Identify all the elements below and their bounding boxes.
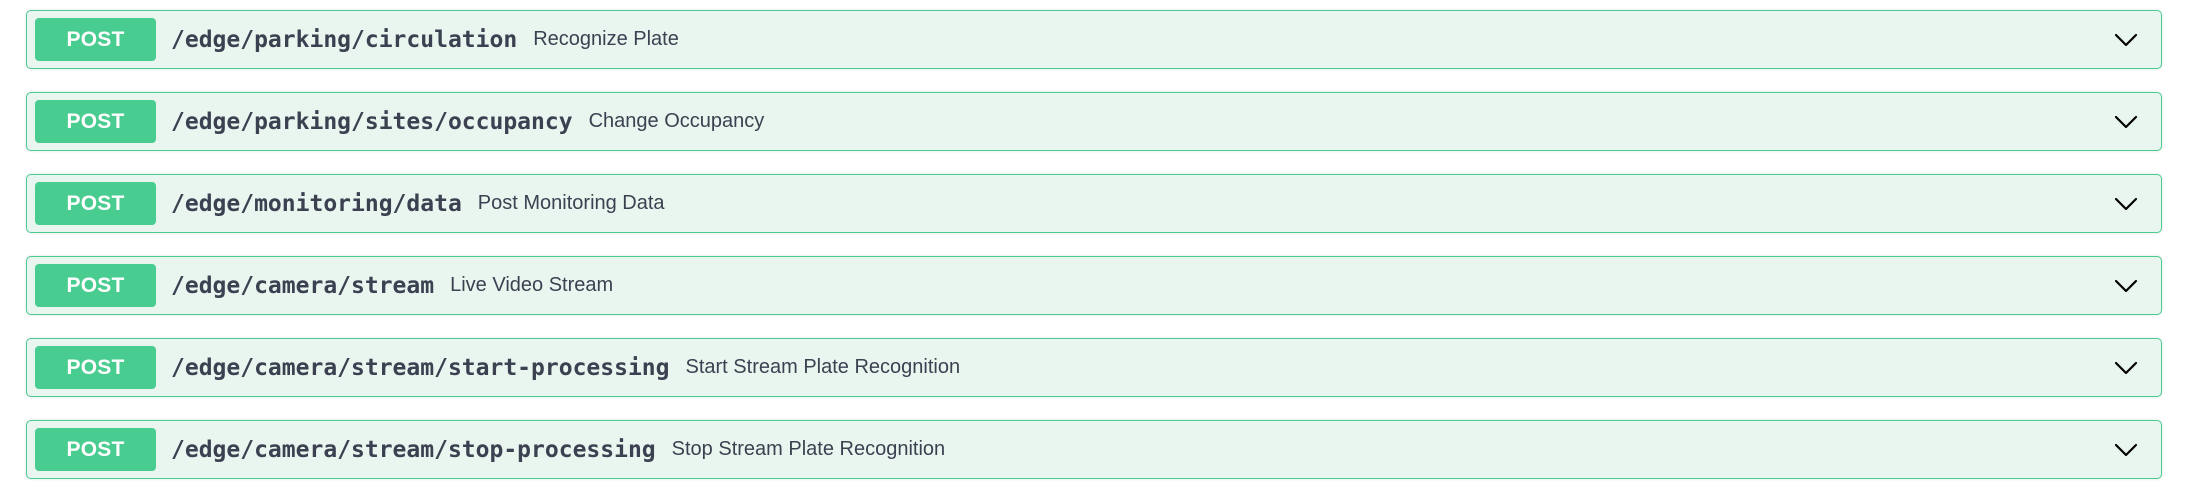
opblock-post-monitoring-data[interactable]: POST /edge/monitoring/data Post Monitori… xyxy=(26,174,2162,233)
endpoint-path: /edge/parking/sites/occupancy xyxy=(171,108,573,135)
endpoint-summary: Recognize Plate xyxy=(533,28,679,50)
method-badge: POST xyxy=(35,428,156,471)
endpoint-path: /edge/camera/stream/start-processing xyxy=(171,354,670,381)
endpoint-summary: Post Monitoring Data xyxy=(477,192,665,214)
operations-list: POST /edge/parking/circulation Recognize… xyxy=(26,10,2162,479)
method-badge: POST xyxy=(35,182,156,225)
opblock-post-parking-sites-occupancy[interactable]: POST /edge/parking/sites/occupancy Chang… xyxy=(26,92,2162,151)
endpoint-path: /edge/monitoring/data xyxy=(171,190,462,217)
chevron-down-icon[interactable] xyxy=(2111,112,2141,132)
method-badge: POST xyxy=(35,264,156,307)
endpoint-summary: Change Occupancy xyxy=(588,110,765,132)
endpoint-summary: Live Video Stream xyxy=(450,274,614,296)
opblock-post-camera-stream[interactable]: POST /edge/camera/stream Live Video Stre… xyxy=(26,256,2162,315)
endpoint-path: /edge/camera/stream/stop-processing xyxy=(171,436,656,463)
endpoint-path: /edge/parking/circulation xyxy=(171,26,518,53)
opblock-post-parking-circulation[interactable]: POST /edge/parking/circulation Recognize… xyxy=(26,10,2162,69)
chevron-down-icon[interactable] xyxy=(2111,194,2141,214)
method-badge: POST xyxy=(35,100,156,143)
endpoint-summary: Stop Stream Plate Recognition xyxy=(671,438,946,460)
opblock-post-camera-stream-start-processing[interactable]: POST /edge/camera/stream/start-processin… xyxy=(26,338,2162,397)
endpoint-path: /edge/camera/stream xyxy=(171,272,435,299)
chevron-down-icon[interactable] xyxy=(2111,440,2141,460)
chevron-down-icon[interactable] xyxy=(2111,30,2141,50)
method-badge: POST xyxy=(35,18,156,61)
chevron-down-icon[interactable] xyxy=(2111,358,2141,378)
endpoint-summary: Start Stream Plate Recognition xyxy=(685,356,961,378)
method-badge: POST xyxy=(35,346,156,389)
chevron-down-icon[interactable] xyxy=(2111,276,2141,296)
opblock-post-camera-stream-stop-processing[interactable]: POST /edge/camera/stream/stop-processing… xyxy=(26,420,2162,479)
